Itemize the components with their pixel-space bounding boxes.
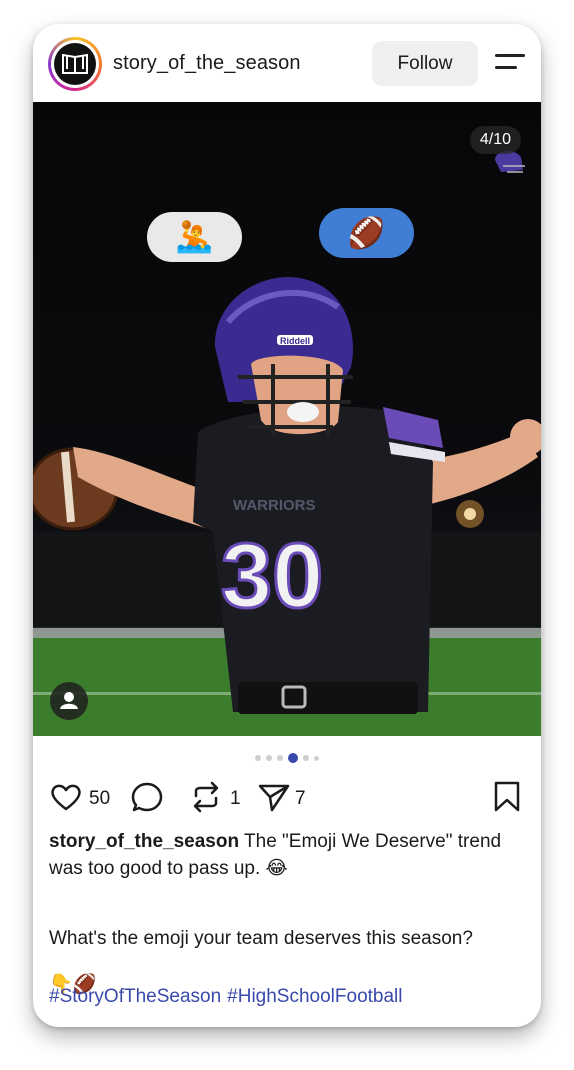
quarterback-illustration: WARRIORS 30 Riddell xyxy=(33,150,541,736)
book-logo-icon xyxy=(62,53,88,74)
post-header: story_of_the_season Follow xyxy=(33,24,541,102)
like-count: 50 xyxy=(89,788,111,809)
emoji-bubble-right: 🏈 xyxy=(319,208,414,258)
repost-icon[interactable] xyxy=(189,780,223,814)
carousel-dot xyxy=(303,755,309,761)
slide-counter: 4/10 xyxy=(469,126,521,154)
hashtag-link[interactable]: #HighSchoolFootball xyxy=(227,986,402,1007)
comment-icon[interactable] xyxy=(130,780,164,814)
post-image[interactable]: WARRIORS 30 Riddell 4/10 🤽 🏈 xyxy=(33,102,541,736)
carousel-dot-active xyxy=(288,753,298,763)
repost-count: 1 xyxy=(230,788,241,809)
water-polo-emoji: 🤽 xyxy=(175,220,214,254)
share-count: 7 xyxy=(295,788,306,809)
tagged-users-icon[interactable] xyxy=(50,682,88,720)
menu-icon[interactable] xyxy=(495,52,525,74)
carousel-dot xyxy=(255,755,261,761)
share-icon[interactable] xyxy=(257,780,291,814)
carousel-dot xyxy=(266,755,272,761)
caption-question-text: What's the emoji your team deserves this… xyxy=(49,928,473,949)
carousel-dot xyxy=(314,755,319,761)
jersey-number: 30 xyxy=(221,525,323,627)
post-card: story_of_the_season Follow WARRIORS 30 R… xyxy=(33,24,541,1027)
action-bar: 50 1 7 xyxy=(33,774,541,820)
jersey-text: WARRIORS xyxy=(233,497,316,514)
header-username[interactable]: story_of_the_season xyxy=(113,52,301,75)
helmet-brand: Riddell xyxy=(280,336,310,346)
follow-button[interactable]: Follow xyxy=(372,41,478,86)
carousel-dot xyxy=(277,755,283,761)
heart-icon[interactable] xyxy=(49,780,83,814)
emoji-bubble-left: 🤽 xyxy=(147,212,242,262)
bookmark-icon[interactable] xyxy=(492,780,522,814)
hashtags: #StoryOfTheSeason #HighSchoolFootball xyxy=(49,986,409,1008)
team-helmet-icon xyxy=(495,150,525,173)
avatar[interactable] xyxy=(48,37,102,91)
quarterback-emoji: 🏈 xyxy=(347,216,386,250)
post-caption: story_of_the_season The "Emoji We Deserv… xyxy=(49,828,529,882)
hashtag-link[interactable]: #StoryOfTheSeason xyxy=(49,986,221,1007)
caption-username[interactable]: story_of_the_season xyxy=(49,831,239,852)
